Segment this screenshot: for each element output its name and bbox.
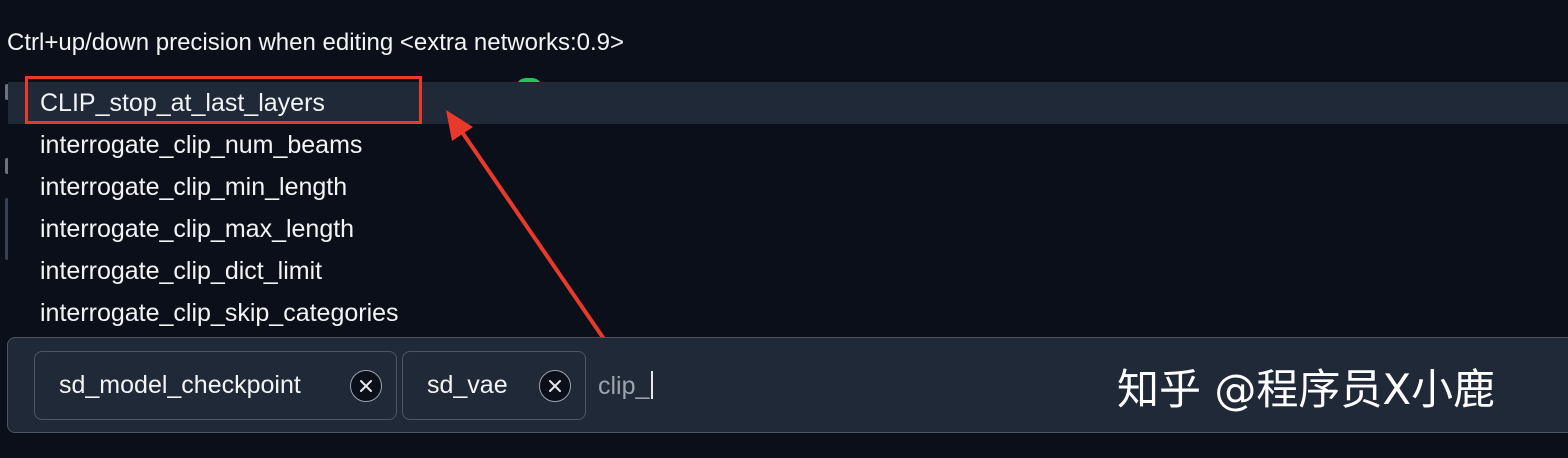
dropdown-option[interactable]: interrogate_clip_min_length: [8, 166, 1568, 208]
tag-label: sd_vae: [427, 371, 508, 399]
search-input-value: clip_: [598, 372, 650, 400]
dropdown-option[interactable]: interrogate_clip_max_length: [8, 208, 1568, 250]
dropdown-option[interactable]: interrogate_clip_dict_limit: [8, 250, 1568, 292]
search-input[interactable]: clip_: [598, 366, 654, 406]
dropdown-option[interactable]: CLIP_stop_at_last_layers: [8, 82, 1568, 124]
tag-label: sd_model_checkpoint: [59, 371, 301, 399]
selected-tag: sd_vae: [402, 351, 586, 420]
text-caret: [651, 371, 654, 400]
close-circle-icon[interactable]: [539, 369, 571, 402]
dropdown-option[interactable]: interrogate_clip_skip_categories: [8, 292, 1568, 334]
close-circle-icon[interactable]: [350, 369, 382, 402]
autocomplete-dropdown: CLIP_stop_at_last_layers interrogate_cli…: [8, 82, 1568, 334]
selected-tag: sd_model_checkpoint: [34, 351, 397, 420]
watermark: 知乎 @程序员X小鹿: [1117, 365, 1496, 414]
settings-hint-text: Ctrl+up/down precision when editing <ext…: [7, 29, 625, 56]
dropdown-option[interactable]: interrogate_clip_num_beams: [8, 124, 1568, 166]
